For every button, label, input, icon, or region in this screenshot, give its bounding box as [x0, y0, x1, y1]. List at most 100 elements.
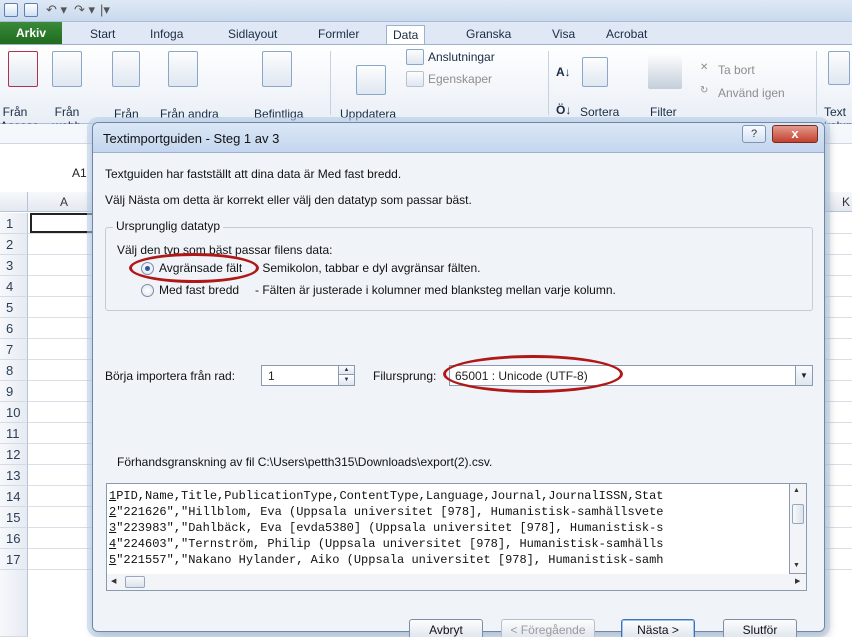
ribbon-separator — [548, 51, 549, 115]
scroll-thumb[interactable] — [792, 504, 804, 524]
back-button[interactable]: < Föregående — [501, 619, 595, 637]
start-row-value: 1 — [268, 369, 275, 383]
redo-icon[interactable]: ↷ ▾ — [74, 2, 95, 18]
sort-az-icon[interactable]: A↓ — [556, 65, 571, 79]
row-header[interactable]: 7 — [0, 339, 28, 360]
tab-formler[interactable]: Formler — [312, 25, 365, 44]
tab-arkiv[interactable]: Arkiv — [0, 22, 62, 44]
row-header[interactable]: 1 — [0, 213, 28, 234]
column-header-a[interactable]: A — [60, 195, 68, 209]
cell-a1[interactable] — [30, 213, 100, 233]
tab-data[interactable]: Data — [386, 25, 426, 44]
annotation-circle — [129, 253, 259, 283]
delimited-description: - Semikolon, tabbar e dyl avgränsar fält… — [255, 261, 481, 275]
annotation-circle — [443, 355, 623, 393]
row-header[interactable]: 17 — [0, 549, 28, 570]
customize-qat-icon[interactable]: |▾ — [100, 2, 110, 18]
row-header[interactable]: 15 — [0, 507, 28, 528]
reapply-button[interactable]: Använd igen — [718, 86, 785, 100]
undo-icon[interactable]: ↶ ▾ — [46, 2, 67, 18]
group-label: Ursprunglig datatyp — [113, 219, 224, 233]
row-header[interactable]: 9 — [0, 381, 28, 402]
spin-down-icon[interactable]: ▼ — [339, 376, 354, 385]
filter-icon — [648, 53, 682, 89]
spin-up-icon[interactable]: ▲ — [339, 366, 354, 375]
row-header[interactable]: 14 — [0, 486, 28, 507]
row-header[interactable]: 6 — [0, 318, 28, 339]
next-button[interactable]: Nästa > — [621, 619, 695, 637]
close-button[interactable]: x — [772, 125, 818, 143]
preview-row: 4"224603","Ternström, Philip (Uppsala un… — [109, 537, 664, 551]
dialog-titlebar[interactable]: Textimportguiden - Steg 1 av 3 ? x — [93, 123, 824, 153]
file-origin-label: Filursprung: — [373, 369, 437, 383]
text-to-columns-icon — [828, 51, 850, 85]
excel-icon[interactable] — [4, 3, 18, 17]
connections-icon — [406, 49, 424, 65]
instruction-text: Välj Nästa om detta är korrekt eller väl… — [105, 193, 472, 207]
scroll-right-icon[interactable]: ▶ — [795, 577, 800, 585]
tab-start[interactable]: Start — [84, 25, 121, 44]
fixed-width-radio[interactable] — [141, 284, 154, 297]
tab-granska[interactable]: Granska — [460, 25, 517, 44]
existing-connections-button[interactable]: Befintliga — [254, 107, 303, 121]
row-header[interactable]: 13 — [0, 465, 28, 486]
from-text-button[interactable]: Från — [114, 107, 139, 121]
tab-visa[interactable]: Visa — [546, 25, 581, 44]
other-sources-icon — [168, 51, 198, 87]
save-icon[interactable] — [24, 3, 38, 17]
sort-za-icon[interactable]: Ö↓ — [556, 103, 571, 117]
finish-button[interactable]: Slutför — [723, 619, 797, 637]
scroll-down-icon[interactable]: ▼ — [793, 562, 800, 569]
clear-button[interactable]: Ta bort — [718, 63, 755, 77]
row-header[interactable]: 3 — [0, 255, 28, 276]
preview-row: 2"221626","Hillblom, Eva (Uppsala univer… — [109, 505, 664, 519]
tab-infoga[interactable]: Infoga — [144, 25, 189, 44]
filter-button[interactable]: Filter — [650, 105, 677, 119]
from-other-button[interactable]: Från andra — [160, 107, 219, 121]
web-icon — [52, 51, 82, 87]
quick-access-toolbar: ↶ ▾ ↷ ▾ |▾ — [0, 0, 852, 22]
properties-button[interactable]: Egenskaper — [428, 72, 492, 86]
scroll-up-icon[interactable]: ▲ — [793, 487, 800, 494]
preview-row: 3"223983","Dahlbäck, Eva [evda5380] (Upp… — [109, 521, 664, 535]
text-file-icon — [112, 51, 140, 87]
help-button[interactable]: ? — [742, 125, 766, 143]
name-box[interactable]: A1 — [72, 166, 87, 180]
preview-horizontal-scrollbar[interactable]: ◀ ▶ — [106, 574, 807, 591]
sort-dialog-icon — [582, 57, 608, 87]
tab-acrobat[interactable]: Acrobat — [600, 25, 653, 44]
dialog-body: Textguiden har fastställt att dina data … — [93, 153, 824, 637]
chevron-down-icon[interactable]: ▼ — [795, 366, 812, 385]
detected-type-text: Textguiden har fastställt att dina data … — [105, 167, 402, 181]
sort-button[interactable]: Sortera — [580, 105, 619, 119]
fixed-width-label[interactable]: Med fast bredd — [159, 283, 239, 297]
scroll-thumb[interactable] — [125, 576, 145, 588]
cancel-button[interactable]: Avbryt — [409, 619, 483, 637]
row-header[interactable]: 5 — [0, 297, 28, 318]
row-header[interactable]: 8 — [0, 360, 28, 381]
preview-vertical-scrollbar[interactable]: ▲ ▼ — [790, 483, 807, 574]
ribbon-separator — [330, 51, 331, 115]
preview-row: 1PID,Name,Title,PublicationType,ContentT… — [109, 489, 664, 503]
refresh-button[interactable]: Uppdatera — [340, 107, 396, 121]
row-header[interactable]: 16 — [0, 528, 28, 549]
row-header — [0, 570, 28, 637]
reapply-icon: ↻ — [700, 85, 709, 96]
column-header-k[interactable]: K — [842, 195, 850, 209]
select-all-corner[interactable] — [0, 192, 28, 212]
row-header[interactable]: 4 — [0, 276, 28, 297]
row-header[interactable]: 10 — [0, 402, 28, 423]
clear-icon: ✕ — [700, 62, 709, 73]
tab-sidlayout[interactable]: Sidlayout — [222, 25, 283, 44]
ribbon: FrånAccess Frånwebb Från Från andra Befi… — [0, 44, 852, 133]
connections-button[interactable]: Anslutningar — [428, 50, 495, 64]
row-header[interactable]: 2 — [0, 234, 28, 255]
scroll-left-icon[interactable]: ◀ — [111, 577, 116, 585]
preview-label: Förhandsgranskning av fil C:\Users\petth… — [117, 455, 493, 469]
start-row-label: Börja importera från rad: — [105, 369, 236, 383]
row-header[interactable]: 11 — [0, 423, 28, 444]
start-row-spinner[interactable]: 1 ▲ ▼ — [261, 365, 355, 386]
row-header[interactable]: 12 — [0, 444, 28, 465]
access-icon — [8, 51, 38, 87]
fixed-width-description: - Fälten är justerade i kolumner med bla… — [255, 283, 616, 297]
